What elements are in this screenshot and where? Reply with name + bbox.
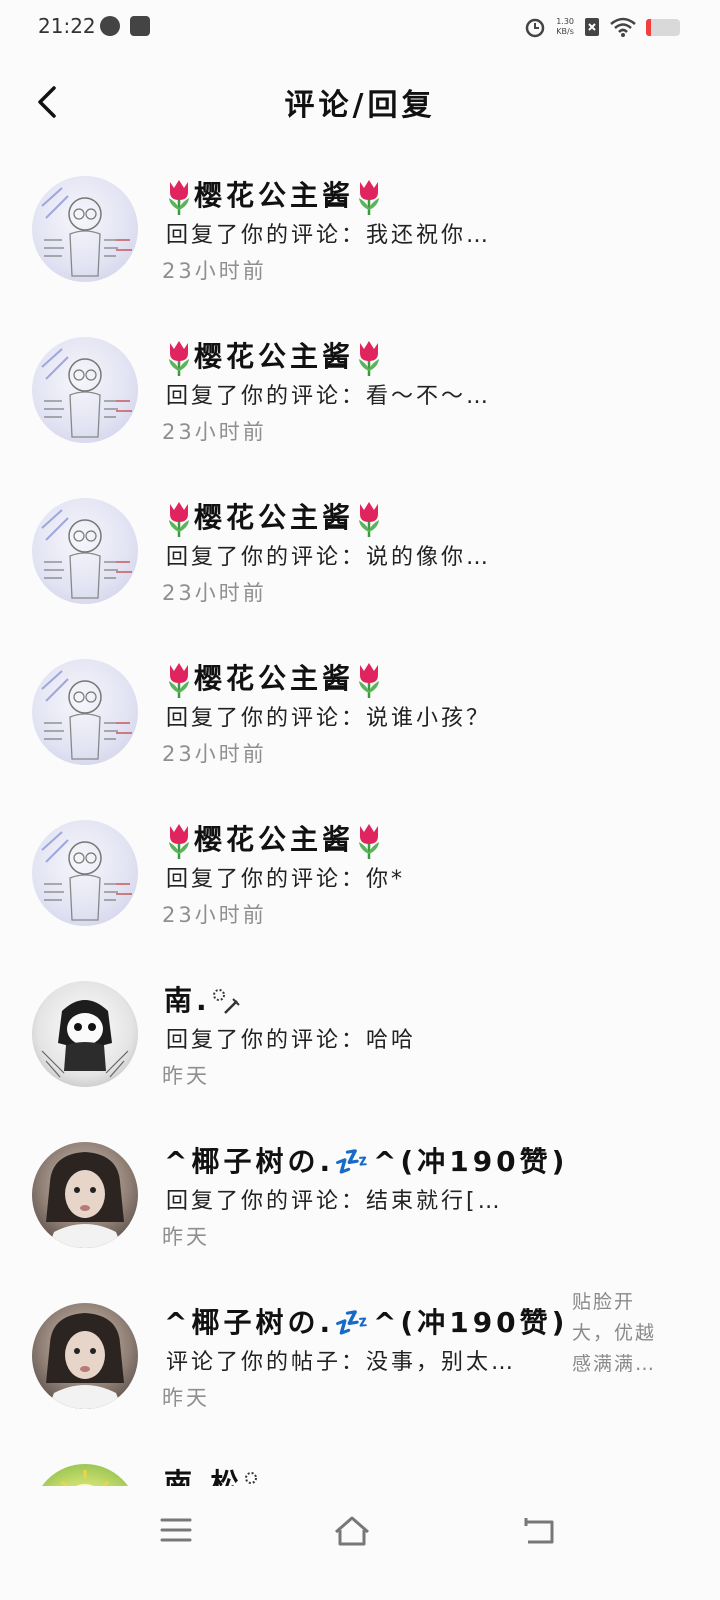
user-name-text: 樱花公主酱 <box>194 179 355 212</box>
sparkle-icon <box>212 989 240 1014</box>
user-name[interactable]: 南.松 <box>164 1464 273 1486</box>
list-item[interactable]: 樱花公主酱 回复了你的评论：我还祝你… 23小时前 <box>0 140 720 301</box>
timestamp: 昨天 <box>162 1064 210 1088</box>
timestamp: 昨天 <box>162 1225 210 1249</box>
home-button[interactable] <box>330 1510 374 1550</box>
sketch-avatar-image <box>41 187 132 277</box>
user-name-text: 樱花公主酱 <box>194 662 355 695</box>
list-item[interactable]: 南. 回复了你的评论：哈哈 昨天 <box>0 945 720 1106</box>
timestamp: 23小时前 <box>162 742 267 766</box>
avatar[interactable] <box>32 1464 138 1486</box>
avatar[interactable] <box>32 176 138 282</box>
list-item[interactable]: ^椰子树の.💤^(冲190赞) 回复了你的评论：结束就行[… 昨天 <box>0 1106 720 1267</box>
photo-avatar-image <box>46 1152 124 1248</box>
timestamp: 昨天 <box>162 1386 210 1410</box>
list-item[interactable]: 樱花公主酱 回复了你的评论：你* 23小时前 <box>0 784 720 945</box>
status-right: 1.30 KB/s <box>524 12 680 42</box>
user-name-text: 南.松 <box>164 1467 243 1486</box>
tulip-icon <box>359 502 380 537</box>
tulip-icon <box>359 824 380 859</box>
user-name-text: 樱花公主酱 <box>194 340 355 373</box>
reply-text: 回复了你的评论：说的像你… <box>166 545 492 570</box>
network-speed-value: 1.30 <box>556 17 574 26</box>
timestamp: 23小时前 <box>162 259 267 283</box>
reply-text: 回复了你的评论：说谁小孩？ <box>166 706 492 731</box>
list-item[interactable]: 南.松 <box>0 1428 720 1486</box>
menu-button[interactable] <box>154 1510 198 1550</box>
reply-text: 回复了你的评论：结束就行[… <box>166 1189 503 1214</box>
status-time: 21:22 <box>38 14 96 38</box>
status-bar: 21:22 1.30 KB/s <box>0 0 720 56</box>
user-name[interactable]: 南. <box>164 981 241 1021</box>
sketch-avatar-image <box>41 509 132 599</box>
list-item[interactable]: 樱花公主酱 回复了你的评论：说谁小孩？ 23小时前 <box>0 623 720 784</box>
tulip-icon <box>359 341 380 376</box>
photo-avatar-image <box>46 1313 124 1409</box>
app-notification-icon <box>100 16 120 36</box>
user-name[interactable]: 樱花公主酱 <box>164 498 384 538</box>
timestamp: 23小时前 <box>162 581 267 605</box>
user-name[interactable]: ^椰子树の.💤^(冲190赞) <box>164 1142 568 1182</box>
battery-icon <box>646 18 680 36</box>
avatar[interactable] <box>32 1303 138 1409</box>
avatar[interactable] <box>32 498 138 604</box>
avatar[interactable] <box>32 1142 138 1248</box>
timestamp: 23小时前 <box>162 420 267 444</box>
avatar[interactable] <box>32 820 138 926</box>
user-name-text: 南. <box>164 984 211 1017</box>
user-name[interactable]: 樱花公主酱 <box>164 337 384 377</box>
message-notification-icon <box>130 16 150 36</box>
comment-text: 评论了你的帖子：没事，别太… <box>166 1350 517 1375</box>
list-item[interactable]: 樱花公主酱 回复了你的评论：看～不～… 23小时前 <box>0 301 720 462</box>
wifi-icon <box>610 17 636 37</box>
no-sim-icon <box>585 18 599 36</box>
tulip-icon <box>359 663 380 698</box>
sparkle-icon <box>244 1472 257 1484</box>
avatar[interactable] <box>32 659 138 765</box>
network-speed: 1.30 KB/s <box>556 17 574 37</box>
tulip-icon <box>169 502 189 537</box>
sketch-avatar-image <box>41 348 132 438</box>
sketch-avatar-image <box>41 670 132 760</box>
avatar[interactable] <box>32 337 138 443</box>
user-name-text: ^椰子树の.💤^(冲190赞) <box>164 1306 569 1339</box>
alarm-icon <box>525 18 545 38</box>
list-item[interactable]: ^椰子树の.💤^(冲190赞) 评论了你的帖子：没事，别太… 昨天 贴脸开大，优… <box>0 1267 720 1428</box>
post-preview[interactable]: 贴脸开大，优越感满满… <box>572 1287 672 1380</box>
reply-text: 回复了你的评论：你* <box>166 867 406 892</box>
user-name[interactable]: 樱花公主酱 <box>164 176 384 216</box>
timestamp: 23小时前 <box>162 903 267 927</box>
user-name[interactable]: 樱花公主酱 <box>164 659 384 699</box>
tulip-icon <box>169 663 189 698</box>
notification-list[interactable]: 樱花公主酱 回复了你的评论：我还祝你… 23小时前 樱花公主酱 回复了你的评论：… <box>0 140 720 1486</box>
page-title: 评论/回复 <box>284 88 436 123</box>
tulip-icon <box>169 180 189 215</box>
return-icon <box>524 1518 554 1544</box>
tulip-icon <box>169 341 189 376</box>
back-nav-button[interactable] <box>518 1510 562 1550</box>
sun-avatar-image <box>60 1470 110 1486</box>
user-name-text: 樱花公主酱 <box>194 501 355 534</box>
list-item[interactable]: 樱花公主酱 回复了你的评论：说的像你… 23小时前 <box>0 462 720 623</box>
menu-icon <box>160 1518 192 1542</box>
navigation-bar <box>0 1486 720 1600</box>
avatar[interactable] <box>32 981 138 1087</box>
manga-avatar-image <box>41 1000 129 1078</box>
reply-text: 回复了你的评论：我还祝你… <box>166 223 492 248</box>
sketch-avatar-image <box>41 831 132 921</box>
tulip-icon <box>359 180 380 215</box>
home-icon <box>335 1516 369 1546</box>
reply-text: 回复了你的评论：哈哈 <box>166 1028 417 1053</box>
reply-text: 回复了你的评论：看～不～… <box>166 384 492 409</box>
user-name-text: ^椰子树の.💤^(冲190赞) <box>164 1145 569 1178</box>
user-name[interactable]: ^椰子树の.💤^(冲190赞) <box>164 1303 568 1343</box>
network-speed-unit: KB/s <box>556 27 574 36</box>
page-header: 评论/回复 <box>0 62 720 142</box>
user-name[interactable]: 樱花公主酱 <box>164 820 384 860</box>
tulip-icon <box>169 824 189 859</box>
user-name-text: 樱花公主酱 <box>194 823 355 856</box>
